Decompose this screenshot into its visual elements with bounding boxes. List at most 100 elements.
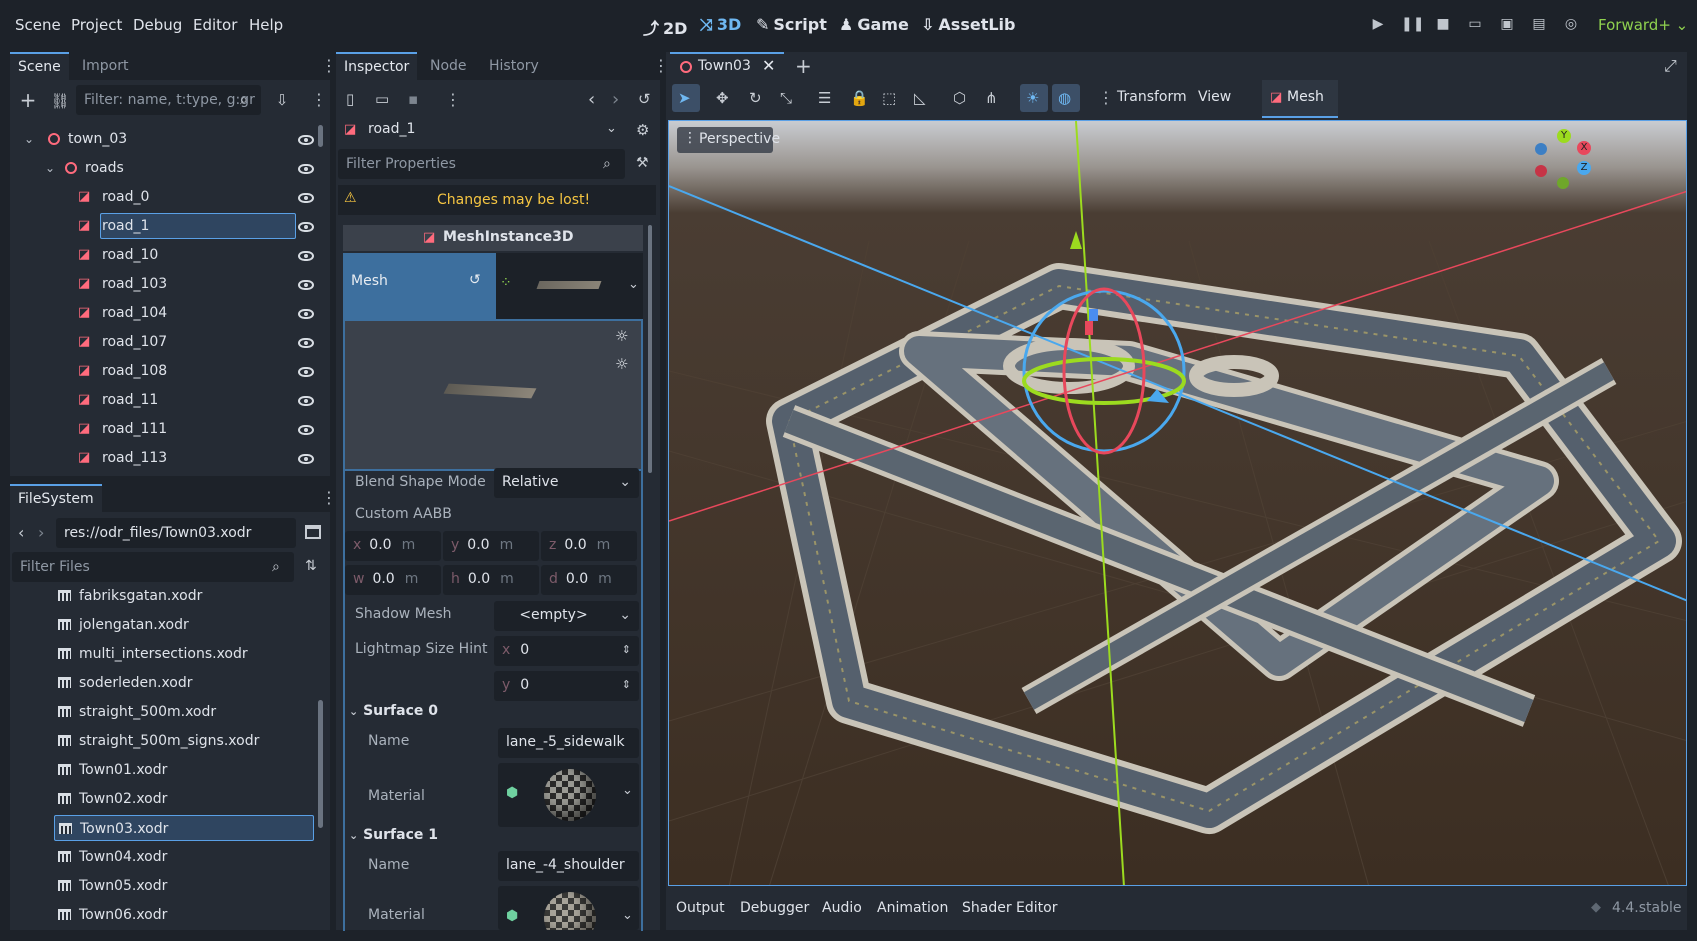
tab-inspector[interactable]: Inspector [336,52,418,80]
inspector-dock-menu-icon[interactable]: ⋮ [653,58,669,74]
file-item[interactable]: Town04.xodr [40,844,302,870]
file-item[interactable]: Town05.xodr [40,873,302,899]
list-select-icon[interactable]: ☰ [818,89,831,107]
file-item[interactable]: multi_intersections.xodr [40,641,302,667]
revert-icon[interactable]: ↺ [469,272,481,288]
visibility-icon[interactable] [298,367,314,377]
back-icon[interactable]: ‹ [18,523,24,542]
scale-tool-icon[interactable]: ⤡ [780,89,792,107]
file-item[interactable]: jolengatan.xodr [40,612,302,638]
scene-tree-options-icon[interactable]: ⋮ [311,92,327,108]
renderer-selector[interactable]: Forward+ ⌄ [1598,16,1688,34]
pause-icon[interactable]: ❚❚ [1401,16,1424,36]
object-history-icon[interactable]: ↺ [638,90,651,108]
remote-debug-icon[interactable]: ▭ [1465,16,1485,36]
scene-tree-item[interactable]: ⌄ roads [12,155,314,181]
history-forward-icon[interactable]: › [612,89,619,110]
workspace-assetlib-button[interactable]: ⇩ AssetLib [921,15,1015,34]
save-icon[interactable]: ▪ [408,90,418,108]
axis-gizmo[interactable]: Y X Z [1529,129,1599,199]
scene-tree-scrollbar[interactable] [318,125,323,147]
group-icon[interactable]: ⬚ [882,89,896,107]
3d-viewport[interactable]: ⋮ Perspective Y X Z [668,120,1687,886]
inspector-options-icon[interactable]: ⋮ [445,92,461,108]
visibility-icon[interactable] [298,425,314,435]
chevron-down-icon[interactable]: ⌄ [24,126,34,152]
movie-maker-icon[interactable]: ◎ [1561,16,1581,36]
tab-shader-editor[interactable]: Shader Editor [962,900,1057,916]
tab-output[interactable]: Output [676,900,725,916]
inspector-scrollbar[interactable] [648,225,652,473]
scene-tree-item[interactable]: ⌄ town_03 [12,126,314,152]
lightmap-y-field[interactable]: y0 ⇕ [494,671,639,701]
light-toggle-icon[interactable]: ☼ [615,327,628,345]
tab-filesystem[interactable]: FileSystem [10,484,102,512]
scene-dock-menu-icon[interactable]: ⋮ [321,58,337,74]
menu-help[interactable]: Help [249,16,283,34]
close-icon[interactable]: ✕ [762,56,775,75]
tab-node[interactable]: Node [422,52,475,80]
file-item[interactable]: Town02.xodr [40,786,302,812]
play-icon[interactable]: ▶ [1368,16,1388,36]
filesystem-dock-menu-icon[interactable]: ⋮ [321,490,337,506]
viewport-options-icon[interactable]: ⋮ [1098,90,1114,106]
scene-tree-item[interactable]: ◪ road_11 [12,387,314,413]
scene-tree-item[interactable]: ◪ road_107 [12,329,314,355]
visibility-icon[interactable] [298,338,314,348]
play-custom-scene-icon[interactable]: ▤ [1529,16,1549,36]
move-tool-icon[interactable]: ✥ [716,89,729,107]
add-tab-icon[interactable]: + [795,54,812,78]
shadow-mesh-picker[interactable]: <empty> ⌄ [494,601,639,631]
workspace-3d-button[interactable]: ⤨ 3D [700,15,741,35]
menu-editor[interactable]: Editor [193,16,237,34]
surface-0-section[interactable]: ⌄ Surface 0 [349,703,438,719]
aabb-y-field[interactable]: y 0.0 m [443,531,539,561]
sort-icon[interactable]: ⇅ [305,558,317,574]
workspace-game-button[interactable]: ♟ Game [839,15,909,34]
ruler-icon[interactable]: ◺ [914,89,926,107]
file-item[interactable]: soderleden.xodr [40,670,302,696]
light-toggle-icon[interactable]: ☼ [615,355,628,373]
aabb-z-field[interactable]: z 0.0 m [541,531,637,561]
path-field[interactable]: res://odr_files/Town03.xodr [56,518,296,548]
file-item[interactable]: Town03.xodr [54,815,314,841]
visibility-icon[interactable] [298,193,314,203]
mesh-menu[interactable]: ◪ Mesh [1262,80,1338,118]
surface-1-section[interactable]: ⌄ Surface 1 [349,827,438,843]
tab-import[interactable]: Import [74,52,136,80]
surface-1-material-picker[interactable]: ⬢ ⌄ [498,886,639,930]
menu-debug[interactable]: Debug [133,16,182,34]
visibility-icon[interactable] [298,309,314,319]
aabb-x-field[interactable]: x 0.0 m [345,531,441,561]
lightmap-x-field[interactable]: x0 ⇕ [494,636,639,666]
spin-arrows-icon[interactable]: ⇕ [622,636,631,664]
menu-scene[interactable]: Scene [15,16,61,34]
tab-history[interactable]: History [481,52,547,80]
rotate-tool-icon[interactable]: ↻ [749,89,762,107]
aabb-h-field[interactable]: h 0.0 m [443,565,539,595]
workspace-script-button[interactable]: ✎ Script [756,15,827,34]
mesh-resource-picker[interactable]: ⁘ ⌄ [496,253,643,319]
view-menu[interactable]: View [1198,89,1231,105]
split-view-icon[interactable] [305,525,321,539]
tools-icon[interactable]: ⚒ [636,155,649,171]
property-filter-input[interactable]: Filter Properties [338,149,625,179]
play-scene-icon[interactable]: ▣ [1497,16,1517,36]
file-list-scrollbar[interactable] [318,700,323,828]
local-space-icon[interactable]: ⬡ [953,89,966,107]
select-tool-icon[interactable]: ➤ [678,89,691,107]
tab-debugger[interactable]: Debugger [740,900,809,916]
visibility-icon[interactable] [298,164,314,174]
scene-tree-item[interactable]: ◪ road_1 [12,213,314,239]
tab-animation[interactable]: Animation [877,900,948,916]
environment-toggle-icon[interactable]: ◍ [1058,89,1071,107]
visibility-icon[interactable] [298,135,314,145]
stop-icon[interactable]: ■ [1433,16,1453,36]
perspective-menu[interactable]: ⋮ Perspective [677,127,780,153]
aabb-w-field[interactable]: w 0.0 m [345,565,441,595]
snap-icon[interactable]: ⋔ [985,89,998,107]
forward-icon[interactable]: › [38,523,44,542]
workspace-2d-button[interactable]: ⤴ 2D [643,15,687,39]
scene-filter-input[interactable]: Filter: name, t:type, g:gr [76,85,261,115]
scene-tree-item[interactable]: ◪ road_104 [12,300,314,326]
